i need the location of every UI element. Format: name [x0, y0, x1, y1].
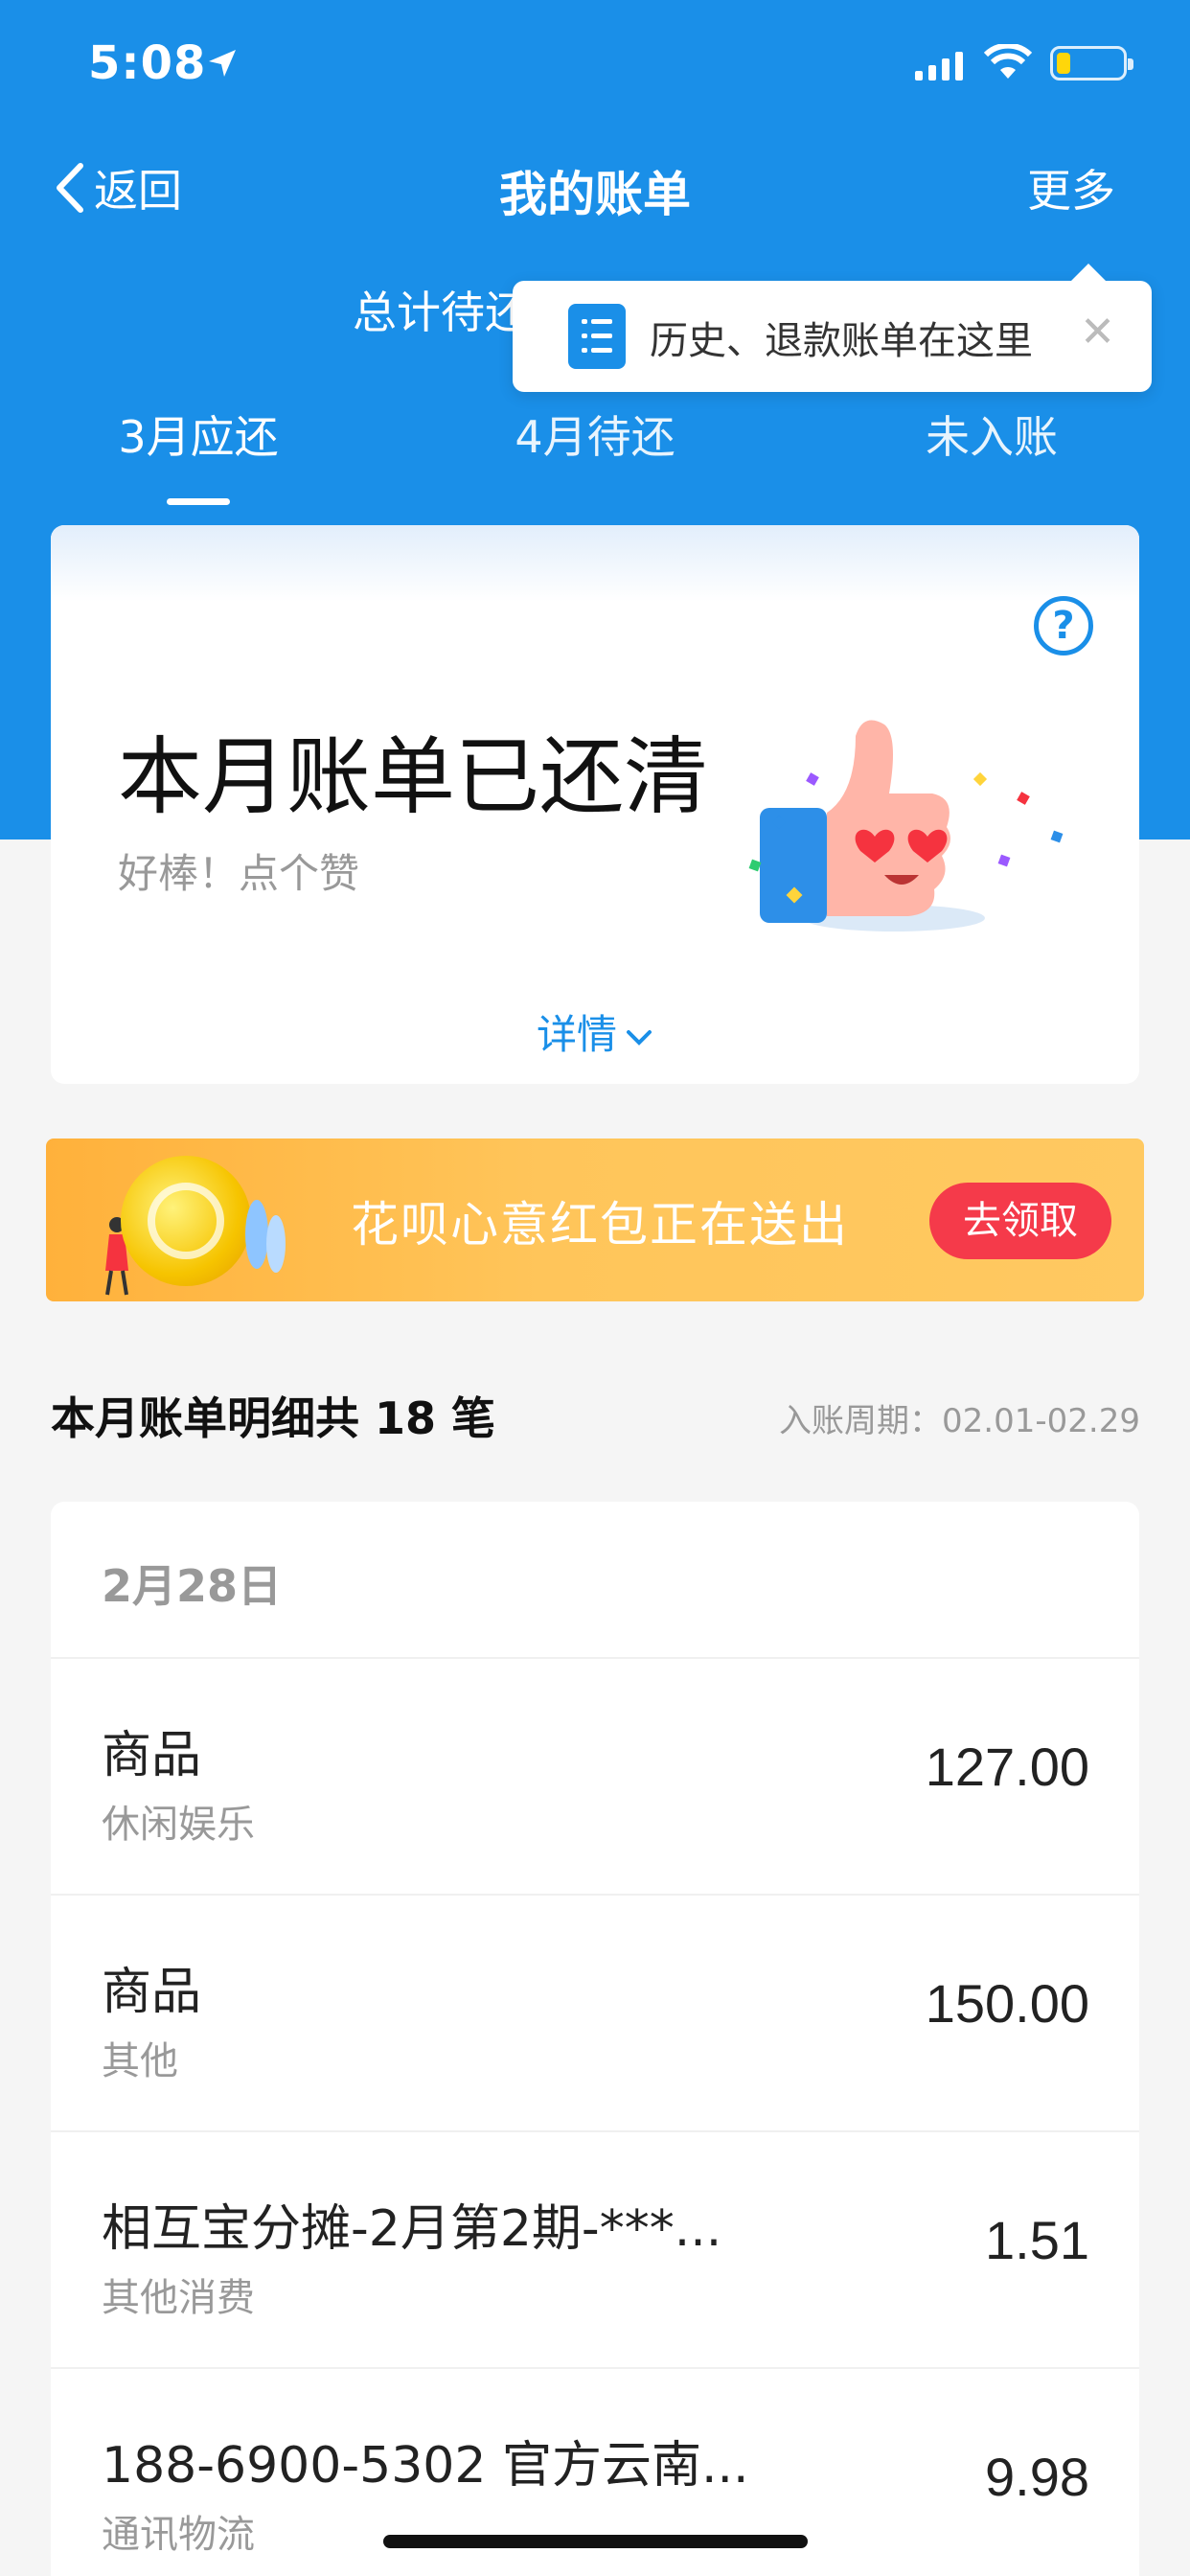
bill-tabs: 3月应还 4月待还 未入账	[0, 402, 1190, 525]
transaction-name: 商品	[102, 1727, 202, 1784]
banner-text: 花呗心意红包正在送出	[351, 1197, 849, 1253]
transaction-amount: 150.00	[925, 1973, 1089, 2034]
claim-button[interactable]: 去领取	[929, 1183, 1111, 1259]
history-tooltip[interactable]: 历史、退款账单在这里 ✕	[513, 264, 1152, 392]
battery-icon	[1050, 46, 1133, 80]
close-icon[interactable]: ✕	[1080, 308, 1115, 356]
more-button[interactable]: 更多	[1027, 156, 1115, 219]
status-time: 5:08	[88, 36, 207, 90]
details-label: 详情	[536, 1011, 617, 1058]
total-due-label: 总计待还	[353, 287, 529, 338]
transaction-category: 其他消费	[102, 2276, 255, 2320]
active-tab-indicator	[167, 498, 230, 505]
tab-unposted[interactable]: 未入账	[793, 402, 1190, 466]
transaction-list: 2月28日 商品 休闲娱乐 127.00 商品 其他 150.00 相互宝分摊-…	[51, 1502, 1139, 2576]
transaction-category: 休闲娱乐	[102, 1803, 255, 1847]
transaction-name: 188-6900-5302 官方云南...	[102, 2437, 749, 2495]
transaction-row[interactable]: 相互宝分摊-2月第2期-***... 其他消费 1.51	[51, 2132, 1139, 2369]
cellular-signal-icon	[915, 52, 963, 80]
list-document-icon	[568, 304, 626, 369]
transaction-name: 相互宝分摊-2月第2期-***...	[102, 2200, 722, 2258]
help-icon[interactable]: ?	[1034, 596, 1093, 656]
details-button[interactable]: 详情	[51, 1002, 1139, 1061]
tab-april-pending[interactable]: 4月待还	[397, 402, 793, 466]
thumbs-up-illustration-icon	[748, 720, 1064, 932]
red-packet-banner[interactable]: 花呗心意红包正在送出 去领取	[46, 1138, 1144, 1301]
status-bar: 5:08	[0, 0, 1190, 134]
paid-status-subtitle: 好棒！点个赞	[118, 850, 360, 897]
bill-details-title: 本月账单明细共 18 笔	[51, 1392, 496, 1444]
bill-status-card: ? 本月账单已还清 好棒！点个赞 详情	[51, 525, 1139, 1084]
location-arrow-icon	[209, 50, 236, 77]
tooltip-text: 历史、退款账单在这里	[650, 319, 1033, 363]
transaction-category: 通讯物流	[102, 2513, 255, 2557]
transaction-name: 商品	[102, 1964, 202, 2021]
transaction-row[interactable]: 商品 休闲娱乐 127.00	[51, 1659, 1139, 1896]
gold-coin-icon	[121, 1156, 251, 1286]
tab-march-due[interactable]: 3月应还	[0, 402, 397, 466]
transaction-amount: 1.51	[985, 2210, 1089, 2270]
plant-illustration-icon	[245, 1200, 286, 1273]
transaction-amount: 127.00	[925, 1736, 1089, 1797]
page-title: 我的账单	[499, 167, 691, 222]
chevron-down-icon	[627, 1029, 652, 1046]
transaction-category: 其他	[102, 2039, 178, 2083]
paid-status-title: 本月账单已还清	[118, 727, 709, 826]
transaction-row[interactable]: 商品 其他 150.00	[51, 1896, 1139, 2132]
home-indicator[interactable]	[383, 2535, 808, 2548]
transaction-amount: 9.98	[985, 2447, 1089, 2507]
date-header: 2月28日	[51, 1502, 1139, 1659]
wifi-icon	[984, 44, 1032, 79]
billing-period: 入账周期：02.01-02.29	[779, 1402, 1140, 1440]
